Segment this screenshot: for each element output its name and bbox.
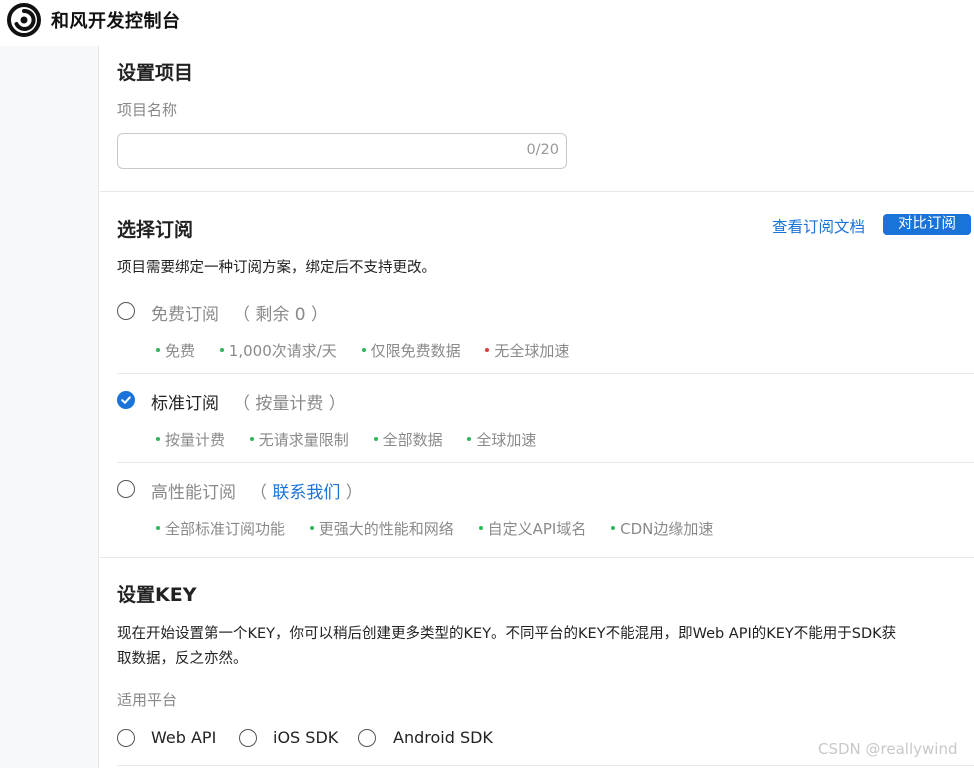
compare-subscriptions-button[interactable]: 对比订阅 xyxy=(883,214,971,235)
checkmark-icon xyxy=(121,396,131,404)
feature-dot-icon xyxy=(249,437,254,441)
watermark-text: CSDN @reallywind xyxy=(818,740,958,758)
subscription-docs-link[interactable]: 查看订阅文档 xyxy=(772,215,865,237)
feature-dot-icon xyxy=(373,437,378,441)
key-description: 现在开始设置第一个KEY，你可以稍后创建更多类型的KEY。不同平台的KEY不能混… xyxy=(117,626,897,667)
feature-item: 全部标准订阅功能 xyxy=(156,518,285,539)
project-name-label: 项目名称 xyxy=(117,101,178,119)
plan-premium-note: （ 联系我们 ） xyxy=(250,483,363,503)
platform-label: 适用平台 xyxy=(117,691,178,709)
feature-dot-icon xyxy=(485,348,490,352)
feature-dot-icon xyxy=(309,526,314,530)
platform-webapi-radio[interactable] xyxy=(117,729,135,747)
sidebar xyxy=(0,46,99,768)
app-title: 和风开发控制台 xyxy=(51,11,181,32)
project-name-input[interactable]: 0/20 xyxy=(117,133,567,169)
feature-dot-icon xyxy=(611,526,616,530)
plan-free-name[interactable]: 免费订阅 xyxy=(151,300,219,325)
plan-standard-features: 按量计费 无请求量限制 全部数据 全球加速 xyxy=(156,429,556,450)
top-header: 和风开发控制台 xyxy=(0,0,974,40)
plan-divider xyxy=(117,373,974,374)
feature-dot-icon xyxy=(361,348,366,352)
plan-free-note: （ 剩余 0 ） xyxy=(233,305,329,325)
feature-dot-icon xyxy=(156,437,160,441)
swirl-logo-icon[interactable] xyxy=(7,3,41,37)
plan-standard-note: （ 按量计费 ） xyxy=(233,394,346,414)
feature-item: 更强大的性能和网络 xyxy=(309,518,454,539)
feature-dot-icon xyxy=(219,348,224,352)
feature-item: 免费 xyxy=(156,340,195,361)
plan-free-features: 免费 1,000次请求/天 仅限免费数据 无全球加速 xyxy=(156,340,589,361)
plan-free-radio[interactable] xyxy=(117,302,135,320)
feature-dot-icon xyxy=(156,348,160,352)
subscription-section-title: 选择订阅 xyxy=(117,219,194,241)
platform-ios-label[interactable]: iOS SDK xyxy=(273,728,338,747)
feature-item: 无请求量限制 xyxy=(249,429,349,450)
contact-us-link[interactable]: 联系我们 xyxy=(272,483,340,503)
feature-item: 无全球加速 xyxy=(485,340,569,361)
main-content: 设置项目 项目名称 0/20 选择订阅 查看订阅文档 对比订阅 项目需要绑定一种… xyxy=(100,46,974,768)
plan-premium-name[interactable]: 高性能订阅 xyxy=(151,478,236,503)
feature-item: 自定义API域名 xyxy=(478,518,586,539)
platform-ios-radio[interactable] xyxy=(239,729,257,747)
platform-android-radio[interactable] xyxy=(358,729,376,747)
section-divider xyxy=(117,765,974,766)
feature-item: 按量计费 xyxy=(156,429,225,450)
subscription-description: 项目需要绑定一种订阅方案，绑定后不支持更改。 xyxy=(117,260,436,276)
feature-item: 1,000次请求/天 xyxy=(219,340,337,361)
platform-android-label[interactable]: Android SDK xyxy=(393,728,493,747)
section-divider xyxy=(100,191,974,192)
feature-item: 全部数据 xyxy=(373,429,443,450)
plan-premium-radio[interactable] xyxy=(117,480,135,498)
feature-item: 全球加速 xyxy=(467,429,536,450)
platform-webapi-label[interactable]: Web API xyxy=(151,728,216,747)
feature-dot-icon xyxy=(156,526,160,530)
plan-standard-radio[interactable] xyxy=(117,391,135,409)
project-section-title: 设置项目 xyxy=(117,62,194,84)
section-divider xyxy=(100,557,974,558)
key-section-title: 设置KEY xyxy=(117,584,197,606)
plan-divider xyxy=(117,462,974,463)
plan-standard-name[interactable]: 标准订阅 xyxy=(151,389,219,414)
feature-item: 仅限免费数据 xyxy=(361,340,461,361)
project-name-counter: 0/20 xyxy=(526,142,559,158)
feature-dot-icon xyxy=(478,526,483,530)
feature-dot-icon xyxy=(467,437,472,441)
plan-premium-features: 全部标准订阅功能 更强大的性能和网络 自定义API域名 CDN边缘加速 xyxy=(156,518,733,539)
feature-item: CDN边缘加速 xyxy=(611,518,713,539)
